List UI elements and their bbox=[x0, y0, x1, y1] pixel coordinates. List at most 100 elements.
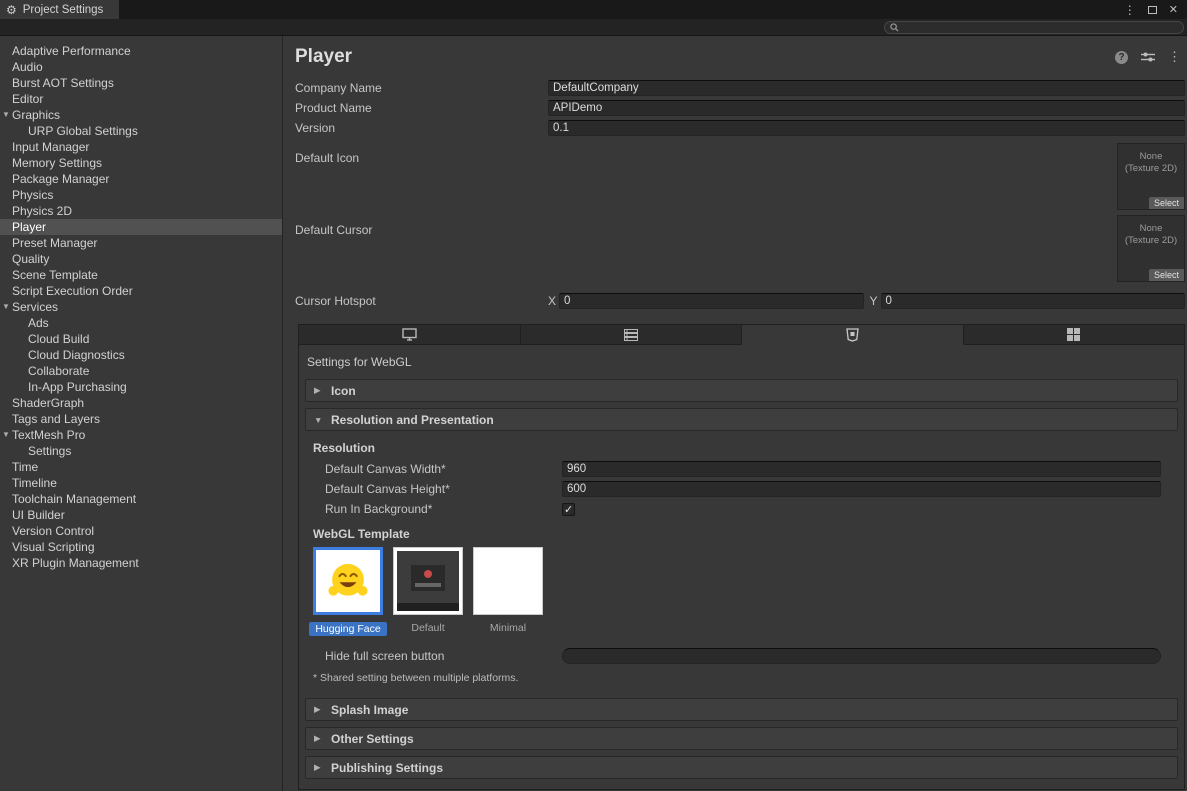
template-default[interactable]: Default bbox=[393, 547, 463, 636]
sidebar-item[interactable]: Quality bbox=[0, 251, 282, 267]
sidebar-item[interactable]: Tags and Layers bbox=[0, 411, 282, 427]
section-other-settings-header[interactable]: ▶ Other Settings bbox=[305, 727, 1178, 750]
sidebar-item[interactable]: Physics bbox=[0, 187, 282, 203]
section-splash-image-header[interactable]: ▶ Splash Image bbox=[305, 698, 1178, 721]
sidebar-item[interactable]: Version Control bbox=[0, 523, 282, 539]
run-in-background-checkbox[interactable] bbox=[562, 503, 575, 516]
company-name-row: Company Name bbox=[295, 78, 1185, 98]
sidebar-item[interactable]: Script Execution Order bbox=[0, 283, 282, 299]
template-hugging-face[interactable]: Hugging Face bbox=[313, 547, 383, 636]
default-thumbnail[interactable] bbox=[393, 547, 463, 615]
sidebar-item[interactable]: Settings bbox=[0, 443, 282, 459]
sidebar-item-label: Cloud Diagnostics bbox=[28, 348, 125, 362]
sidebar-item[interactable]: UI Builder bbox=[0, 507, 282, 523]
search-input[interactable] bbox=[902, 22, 1178, 33]
canvas-height-field[interactable] bbox=[562, 481, 1161, 497]
sidebar-item[interactable]: Toolchain Management bbox=[0, 491, 282, 507]
project-settings-tab[interactable]: ⚙ Project Settings bbox=[0, 0, 119, 19]
sidebar-item[interactable]: ShaderGraph bbox=[0, 395, 282, 411]
sidebar-item-label: Settings bbox=[28, 444, 71, 458]
default-icon-row: Default Icon None(Texture 2D) Select bbox=[295, 143, 1185, 210]
sidebar-item[interactable]: In-App Purchasing bbox=[0, 379, 282, 395]
sidebar-item[interactable]: ▼ TextMesh Pro bbox=[0, 427, 282, 443]
expander-icon[interactable]: ▼ bbox=[1, 299, 11, 315]
section-publishing-settings-header[interactable]: ▶ Publishing Settings bbox=[305, 756, 1178, 779]
default-cursor-label: Default Cursor bbox=[295, 215, 548, 237]
hugging-face-thumbnail[interactable] bbox=[313, 547, 383, 615]
sidebar-item[interactable]: Scene Template bbox=[0, 267, 282, 283]
hide-fullscreen-row: Hide full screen button bbox=[305, 646, 1170, 666]
product-name-field[interactable] bbox=[548, 100, 1185, 116]
select-button[interactable]: Select bbox=[1149, 269, 1184, 281]
version-field[interactable] bbox=[548, 120, 1185, 136]
sidebar-item[interactable]: Timeline bbox=[0, 475, 282, 491]
canvas-width-field[interactable] bbox=[562, 461, 1161, 477]
player-header: Player ? ⋮ bbox=[295, 36, 1185, 72]
expander-icon[interactable]: ▼ bbox=[1, 427, 11, 443]
sidebar-item[interactable]: Preset Manager bbox=[0, 235, 282, 251]
settings-for-label: Settings for WebGL bbox=[307, 355, 1178, 369]
sidebar-item[interactable]: Input Manager bbox=[0, 139, 282, 155]
sidebar-item[interactable]: Audio bbox=[0, 59, 282, 75]
sidebar-item[interactable]: Collaborate bbox=[0, 363, 282, 379]
sidebar-item[interactable]: Player bbox=[0, 219, 282, 235]
sidebar-item[interactable]: Cloud Build bbox=[0, 331, 282, 347]
tab-webgl-platform[interactable] bbox=[742, 324, 964, 345]
section-icon-header[interactable]: ▶ Icon bbox=[305, 379, 1178, 402]
tab-desktop-platform[interactable] bbox=[298, 324, 521, 345]
sidebar-item[interactable]: Adaptive Performance bbox=[0, 43, 282, 59]
gear-icon: ⚙ bbox=[6, 4, 17, 16]
sidebar-item[interactable]: Visual Scripting bbox=[0, 539, 282, 555]
hide-fullscreen-field[interactable] bbox=[562, 648, 1161, 664]
player-settings-panel: Player ? ⋮ Company Name Product Name Ver… bbox=[283, 36, 1187, 791]
help-icon[interactable]: ? bbox=[1115, 51, 1128, 64]
sidebar-item[interactable]: Time bbox=[0, 459, 282, 475]
sidebar-item[interactable]: ▼ Services bbox=[0, 299, 282, 315]
more-icon[interactable]: ⋮ bbox=[1168, 49, 1181, 65]
sidebar-item-label: In-App Purchasing bbox=[28, 380, 127, 394]
webgl-settings-box: Settings for WebGL ▶ Icon ▼ Resolution a… bbox=[298, 344, 1185, 790]
presets-icon[interactable] bbox=[1141, 51, 1155, 63]
template-minimal[interactable]: Minimal bbox=[473, 547, 543, 636]
template-label: Minimal bbox=[490, 622, 526, 634]
resolution-group-label: Resolution bbox=[313, 441, 1170, 455]
sidebar-item[interactable]: Ads bbox=[0, 315, 282, 331]
maximize-button[interactable] bbox=[1148, 6, 1157, 14]
tab-dedicated-server-platform[interactable] bbox=[521, 324, 743, 345]
close-button[interactable]: ✕ bbox=[1169, 3, 1178, 16]
sidebar-item[interactable]: Burst AOT Settings bbox=[0, 75, 282, 91]
tab-windows-platform[interactable] bbox=[964, 324, 1186, 345]
sidebar-item[interactable]: Memory Settings bbox=[0, 155, 282, 171]
platform-settings-area: Settings for WebGL ▶ Icon ▼ Resolution a… bbox=[298, 324, 1185, 790]
sidebar-item[interactable]: ▼ Graphics bbox=[0, 107, 282, 123]
sidebar-item[interactable]: Package Manager bbox=[0, 171, 282, 187]
search-box[interactable] bbox=[884, 21, 1184, 34]
canvas-height-label: Default Canvas Height* bbox=[305, 482, 562, 496]
sidebar-item[interactable]: URP Global Settings bbox=[0, 123, 282, 139]
minimal-thumbnail[interactable] bbox=[473, 547, 543, 615]
cursor-hotspot-x-field[interactable] bbox=[559, 293, 864, 309]
sidebar-item[interactable]: Editor bbox=[0, 91, 282, 107]
window-titlebar: ⚙ Project Settings ⋮ ✕ bbox=[0, 0, 1187, 19]
expander-icon[interactable]: ▼ bbox=[1, 107, 11, 123]
default-icon-picker[interactable]: None(Texture 2D) Select bbox=[1117, 143, 1185, 210]
hotspot-x-label: X bbox=[548, 294, 559, 308]
canvas-width-label: Default Canvas Width* bbox=[305, 462, 562, 476]
version-label: Version bbox=[295, 121, 548, 135]
default-cursor-picker[interactable]: None(Texture 2D) Select bbox=[1117, 215, 1185, 282]
section-resolution-presentation-header[interactable]: ▼ Resolution and Presentation bbox=[305, 408, 1178, 431]
section-title: Resolution and Presentation bbox=[331, 413, 494, 427]
sidebar-item-label: Scene Template bbox=[12, 268, 98, 282]
sidebar-item-label: Package Manager bbox=[12, 172, 109, 186]
cursor-hotspot-y-field[interactable] bbox=[881, 293, 1186, 309]
window-controls: ⋮ ✕ bbox=[1124, 0, 1187, 19]
select-button[interactable]: Select bbox=[1149, 197, 1184, 209]
sidebar-item[interactable]: Physics 2D bbox=[0, 203, 282, 219]
window-more-icon[interactable]: ⋮ bbox=[1124, 3, 1136, 17]
sidebar-item[interactable]: XR Plugin Management bbox=[0, 555, 282, 571]
company-name-field[interactable] bbox=[548, 80, 1185, 96]
sidebar-item[interactable]: Cloud Diagnostics bbox=[0, 347, 282, 363]
company-name-label: Company Name bbox=[295, 81, 548, 95]
search-icon bbox=[890, 23, 899, 32]
sidebar-item-label: Graphics bbox=[12, 108, 60, 122]
